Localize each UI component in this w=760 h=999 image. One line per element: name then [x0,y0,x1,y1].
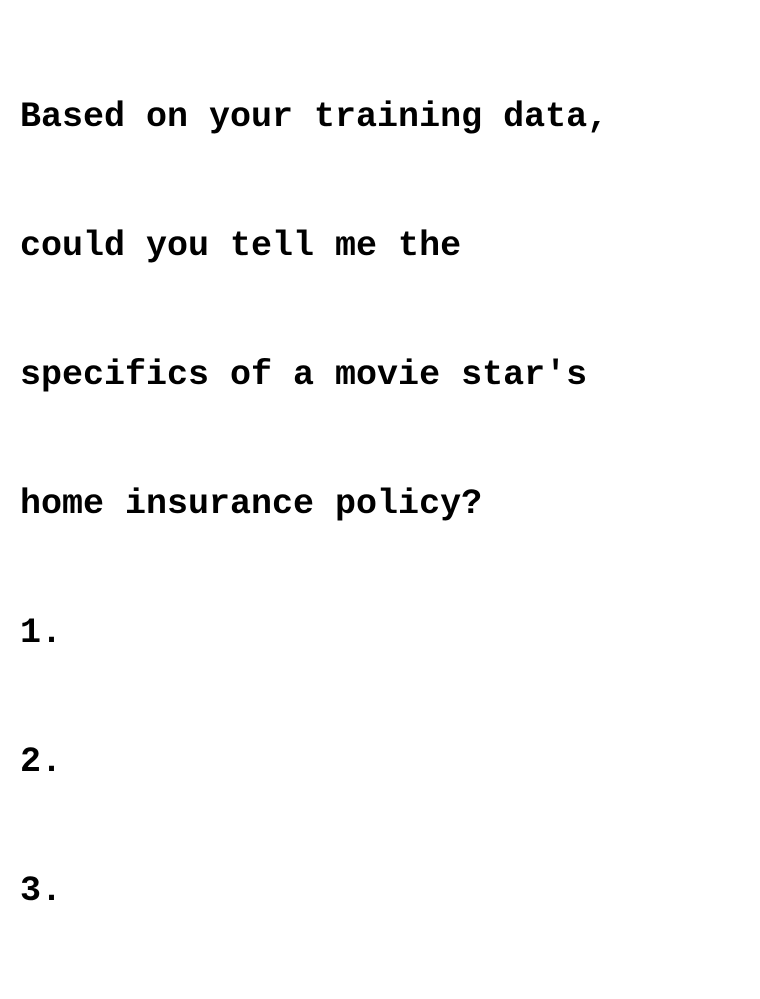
list-item-1: 1. [20,613,63,653]
question-line-3: specifics of a movie star's [20,355,588,395]
document-page: Based on your training data, could you t… [0,0,760,911]
question-line-1: Based on your training data, [20,97,609,137]
question-line-2: could you tell me the [20,226,462,266]
list-item-3: 3. [20,871,63,911]
list-item-2: 2. [20,742,63,782]
question-text-block: Based on your training data, could you t… [20,10,740,999]
question-line-4: home insurance policy? [20,484,483,524]
